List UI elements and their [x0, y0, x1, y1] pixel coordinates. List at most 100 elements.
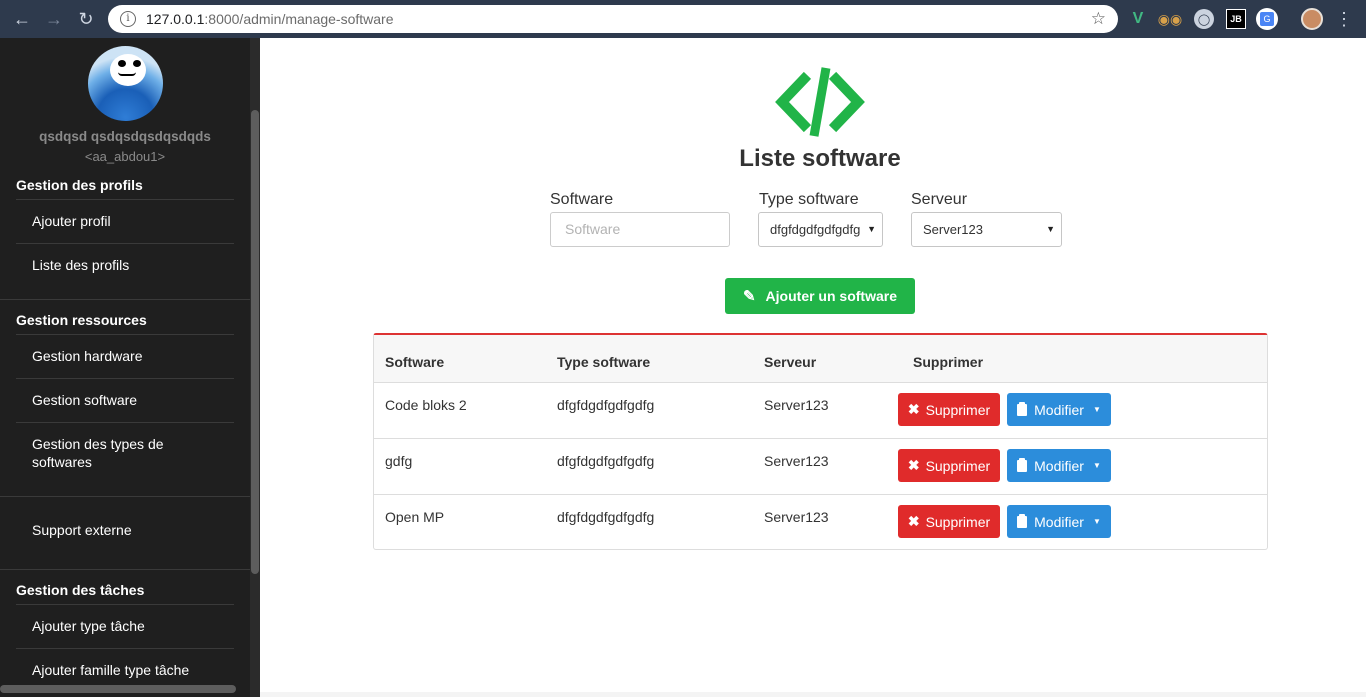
type-software-label: Type software — [759, 191, 859, 208]
cell-serveur: Server123 — [764, 397, 829, 413]
caret-down-icon: ▼ — [1092, 461, 1101, 470]
modify-dropdown-button[interactable]: Modifier ▼ — [1007, 393, 1111, 426]
user-handle: <aa_abdou1> — [84, 149, 166, 164]
type-software-value: dfgfdgdfgdfgdfg — [770, 222, 861, 237]
cell-serveur: Server123 — [764, 509, 829, 525]
browser-toolbar: ← → ↻ i 127.0.0.1:8000/admin/manage-soft… — [0, 0, 1366, 38]
modify-label: Modifier — [1034, 513, 1084, 530]
cell-type: dfgfdgdfgdfgdfg — [557, 453, 655, 469]
col-header-type: Type software — [557, 354, 651, 370]
url-host: 127.0.0.1 — [146, 11, 205, 27]
divider — [16, 334, 234, 335]
clipboard-icon — [1017, 457, 1028, 472]
add-software-label: Ajouter un software — [765, 288, 898, 304]
bottom-strip — [260, 692, 1366, 697]
clipboard-icon — [1017, 401, 1028, 416]
section-title-profils: Gestion des profils — [16, 177, 143, 193]
close-icon: ✖ — [907, 457, 920, 473]
avatar-eye-left — [118, 60, 126, 67]
table-row: Open MP dfgfdgdfgdfgdfg Server123 ✖ Suppr… — [374, 495, 1267, 551]
cell-software: Open MP — [385, 509, 445, 525]
divider — [16, 648, 234, 649]
add-software-button[interactable]: ✎ Ajouter un software — [725, 278, 915, 314]
cell-serveur: Server123 — [764, 453, 829, 469]
bookmark-star-icon[interactable]: ☆ — [1091, 9, 1106, 29]
pencil-icon: ✎ — [742, 288, 756, 305]
vue-devtools-icon[interactable]: V — [1128, 9, 1148, 29]
cell-type: dfgfdgdfgdfgdfg — [557, 397, 655, 413]
sidebar-horizontal-scrollbar[interactable] — [0, 685, 236, 693]
cell-software: Code bloks 2 — [385, 397, 467, 413]
avatar-head — [110, 54, 146, 86]
page-title: Liste software — [739, 145, 901, 172]
clipboard-icon — [1017, 513, 1028, 528]
serveur-select[interactable]: Server123 ▼ — [911, 212, 1062, 247]
divider — [16, 422, 234, 423]
avatar-eye-right — [133, 60, 141, 67]
divider — [0, 299, 250, 300]
delete-label: Supprimer — [925, 513, 991, 530]
col-header-supprimer: Supprimer — [913, 354, 984, 370]
software-label: Software — [550, 191, 614, 208]
caret-down-icon: ▼ — [1092, 517, 1101, 526]
sidebar-item-types-softwares[interactable]: Gestion des types de softwares — [32, 435, 202, 471]
section-title-taches: Gestion des tâches — [16, 582, 145, 598]
col-header-serveur: Serveur — [764, 354, 817, 370]
serveur-value: Server123 — [923, 222, 983, 237]
reload-icon[interactable]: ↻ — [70, 3, 102, 35]
forward-icon[interactable]: → — [38, 3, 70, 35]
divider — [16, 199, 234, 200]
sidebar-item-ajouter-type-tache[interactable]: Ajouter type tâche — [32, 617, 145, 635]
sidebar-item-gestion-hardware[interactable]: Gestion hardware — [32, 347, 143, 365]
software-table: Software Type software Serveur Supprimer… — [373, 333, 1268, 550]
translate-extension-icon[interactable]: G — [1256, 8, 1278, 30]
divider — [16, 378, 234, 379]
software-input[interactable]: Software — [550, 212, 730, 247]
cell-software: gdfg — [385, 453, 413, 469]
delete-button[interactable]: ✖ Supprimer — [898, 449, 1000, 482]
browser-menu-icon[interactable]: ⋮ — [1334, 9, 1354, 29]
close-icon: ✖ — [907, 401, 920, 417]
sidebar-scrollbar-thumb[interactable] — [251, 110, 259, 574]
user-avatar[interactable] — [88, 46, 163, 121]
jetbrains-extension-icon[interactable]: JB — [1226, 9, 1246, 29]
modify-label: Modifier — [1034, 457, 1084, 474]
profile-avatar-icon[interactable] — [1301, 8, 1323, 30]
type-software-select[interactable]: dfgfdgdfgdfgdfg ▼ — [758, 212, 883, 247]
delete-button[interactable]: ✖ Supprimer — [898, 393, 1000, 426]
sidebar-item-ajouter-profil[interactable]: Ajouter profil — [32, 212, 111, 230]
delete-label: Supprimer — [925, 457, 991, 474]
main-content: Liste software Software Software Type so… — [260, 38, 1366, 697]
modify-dropdown-button[interactable]: Modifier ▼ — [1007, 505, 1111, 538]
sidebar-item-ajouter-famille[interactable]: Ajouter famille type tâche — [32, 661, 189, 679]
modify-label: Modifier — [1034, 401, 1084, 418]
table-header — [374, 335, 1267, 383]
code-icon — [775, 67, 865, 137]
close-icon: ✖ — [907, 513, 920, 529]
owl-extension-icon[interactable]: ◉◉ — [1158, 9, 1182, 29]
divider — [0, 496, 250, 497]
cell-type: dfgfdgdfgdfgdfg — [557, 509, 655, 525]
divider — [16, 243, 234, 244]
url-path: :8000/admin/manage-software — [204, 11, 394, 27]
table-row: Code bloks 2 dfgfdgdfgdfgdfg Server123 ✖… — [374, 383, 1267, 439]
delete-button[interactable]: ✖ Supprimer — [898, 505, 1000, 538]
section-title-ressources: Gestion ressources — [16, 312, 147, 328]
caret-down-icon: ▼ — [1092, 405, 1101, 414]
divider — [16, 604, 234, 605]
back-icon[interactable]: ← — [6, 3, 38, 35]
site-info-icon[interactable]: i — [120, 11, 136, 27]
serveur-label: Serveur — [911, 191, 968, 208]
sidebar-item-liste-profils[interactable]: Liste des profils — [32, 256, 129, 274]
modify-dropdown-button[interactable]: Modifier ▼ — [1007, 449, 1111, 482]
sidebar-item-gestion-software[interactable]: Gestion software — [32, 391, 137, 409]
table-row: gdfg dfgfdgdfgdfgdfg Server123 ✖ Supprime… — [374, 439, 1267, 495]
address-bar[interactable]: i 127.0.0.1:8000/admin/manage-software ☆ — [108, 5, 1118, 33]
delete-label: Supprimer — [925, 401, 991, 418]
chevron-down-icon: ▼ — [1046, 224, 1055, 234]
divider — [0, 569, 250, 570]
avatar-mouth — [118, 72, 136, 76]
circle-extension-icon[interactable]: ◯ — [1194, 9, 1214, 29]
user-name: qsdqsd qsdqsdqsdqsdqds — [39, 129, 211, 144]
sidebar-item-support-externe[interactable]: Support externe — [32, 521, 132, 539]
